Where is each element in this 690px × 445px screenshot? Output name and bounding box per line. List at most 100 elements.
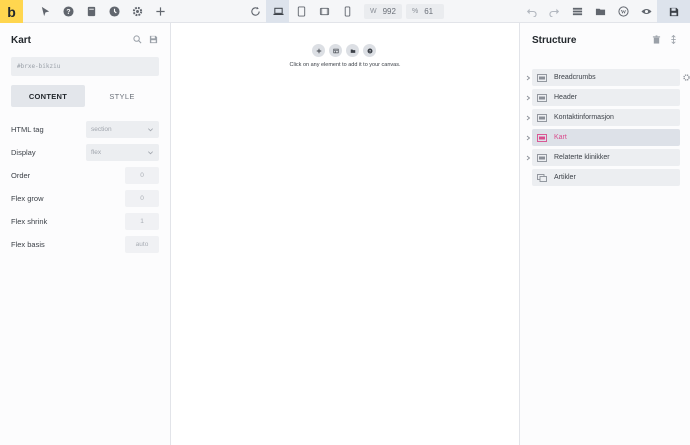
flex-grow-input[interactable]: 0 <box>125 190 159 207</box>
zoom-label: % <box>412 8 419 15</box>
structure-item-header[interactable]: Header <box>520 89 690 106</box>
structure-item-artikler[interactable]: Artikler <box>520 169 690 186</box>
list-icon[interactable] <box>570 4 584 18</box>
element-id-field[interactable]: #brxe-bikziu <box>11 57 159 76</box>
structure-item-breadcrumbs[interactable]: Breadcrumbs <box>520 69 690 86</box>
search-icon[interactable] <box>133 35 142 44</box>
logo-letter: b <box>7 3 16 20</box>
structure-title: Structure <box>532 35 577 46</box>
canvas-help-button[interactable]: ? <box>363 44 376 57</box>
cursor-icon[interactable] <box>38 4 52 18</box>
template-icon <box>332 48 339 53</box>
chevron-right-icon[interactable] <box>525 135 531 141</box>
svg-text:W: W <box>620 9 626 15</box>
insert-template-button[interactable] <box>329 44 342 57</box>
select-value: section <box>91 126 112 133</box>
history-icon[interactable] <box>107 4 121 18</box>
flex-basis-input[interactable]: auto <box>125 236 159 253</box>
structure-item-kontaktinformasjon[interactable]: Kontaktinformasjon <box>520 109 690 126</box>
flex-shrink-input[interactable]: 1 <box>125 213 159 230</box>
section-icon <box>537 153 547 162</box>
control-display: Display flex <box>11 144 159 161</box>
structure-item-label: Breadcrumbs <box>554 74 596 81</box>
tab-content-label: CONTENT <box>28 91 68 101</box>
element-id-value: #brxe-bikziu <box>17 63 61 70</box>
settings-icon[interactable] <box>683 74 690 81</box>
control-order: Order 0 <box>11 167 159 184</box>
laptop-icon[interactable] <box>271 4 285 18</box>
save-button[interactable] <box>657 0 690 23</box>
chevron-right-icon[interactable] <box>525 115 531 121</box>
pages-icon[interactable] <box>84 4 98 18</box>
width-label: W <box>370 8 377 15</box>
tab-style[interactable]: STYLE <box>85 85 159 107</box>
structure-item-relaterte-klinikker[interactable]: Relaterte klinikker <box>520 149 690 166</box>
top-toolbar: b ? W 992 % 61 W <box>0 0 690 23</box>
help-icon: ? <box>367 48 372 53</box>
control-html-tag: HTML tag section <box>11 121 159 138</box>
control-flex-basis: Flex basis auto <box>11 236 159 253</box>
display-select[interactable]: flex <box>86 144 159 161</box>
control-label: Flex basis <box>11 240 45 249</box>
add-icon <box>316 48 321 53</box>
tablet-landscape-icon[interactable] <box>317 4 331 18</box>
undo-icon[interactable] <box>524 4 538 18</box>
control-flex-shrink: Flex shrink 1 <box>11 213 159 230</box>
refresh-icon[interactable] <box>248 4 262 18</box>
builder-logo[interactable]: b <box>0 0 23 23</box>
open-folder-button[interactable] <box>346 44 359 57</box>
structure-item-kart[interactable]: Kart <box>520 129 690 146</box>
section-icon <box>537 73 547 82</box>
save-icon <box>669 7 678 16</box>
canvas-actions: ? <box>312 44 376 57</box>
chevron-down-icon <box>148 151 153 155</box>
section-icon <box>537 93 547 102</box>
control-label: Order <box>11 171 31 180</box>
preview-icon[interactable] <box>639 4 653 18</box>
section-icon <box>537 133 547 142</box>
canvas-width-field[interactable]: W 992 <box>364 4 402 19</box>
canvas-hint: Click on any element to add it to your c… <box>289 62 401 68</box>
phone-icon[interactable] <box>340 4 354 18</box>
structure-item-label: Artikler <box>554 174 576 181</box>
svg-text:?: ? <box>66 8 70 15</box>
tablet-icon[interactable] <box>294 4 308 18</box>
help-icon[interactable]: ? <box>61 4 75 18</box>
folder-icon[interactable] <box>593 4 607 18</box>
expand-collapse-icon[interactable] <box>669 35 678 44</box>
wordpress-icon[interactable]: W <box>616 4 630 18</box>
trash-icon[interactable] <box>652 35 661 44</box>
control-label: Display <box>11 148 36 157</box>
add-icon[interactable] <box>153 4 167 18</box>
tab-content[interactable]: CONTENT <box>11 85 85 107</box>
chevron-right-icon[interactable] <box>525 95 531 101</box>
element-title: Kart <box>11 35 32 46</box>
save-icon[interactable] <box>149 35 158 44</box>
html-tag-select[interactable]: section <box>86 121 159 138</box>
redo-icon[interactable] <box>547 4 561 18</box>
folder-icon <box>350 49 355 53</box>
control-label: Flex shrink <box>11 217 48 226</box>
settings-icon[interactable] <box>130 4 144 18</box>
zoom-value: 61 <box>424 7 434 16</box>
structure-item-label: Kontaktinformasjon <box>554 114 614 121</box>
builder-canvas[interactable]: ? Click on any element to add it to your… <box>171 23 519 445</box>
width-value: 992 <box>382 7 396 16</box>
element-panel: Kart #brxe-bikziu CONTENT STYLE HTML tag… <box>0 23 171 445</box>
template-icon <box>537 173 547 182</box>
structure-panel: Structure Breadcrumbs Header Kontaktinfo… <box>519 23 690 445</box>
structure-item-label: Relaterte klinikker <box>554 154 610 161</box>
order-input[interactable]: 0 <box>125 167 159 184</box>
chevron-right-icon[interactable] <box>525 75 531 81</box>
structure-item-label: Header <box>554 94 577 101</box>
select-value: flex <box>91 149 102 156</box>
chevron-down-icon <box>148 128 153 132</box>
control-label: Flex grow <box>11 194 44 203</box>
canvas-zoom-field[interactable]: % 61 <box>406 4 444 19</box>
chevron-right-icon[interactable] <box>525 155 531 161</box>
control-label: HTML tag <box>11 125 44 134</box>
section-icon <box>537 113 547 122</box>
add-element-button[interactable] <box>312 44 325 57</box>
tab-style-label: STYLE <box>109 91 135 101</box>
structure-item-label: Kart <box>554 134 567 141</box>
